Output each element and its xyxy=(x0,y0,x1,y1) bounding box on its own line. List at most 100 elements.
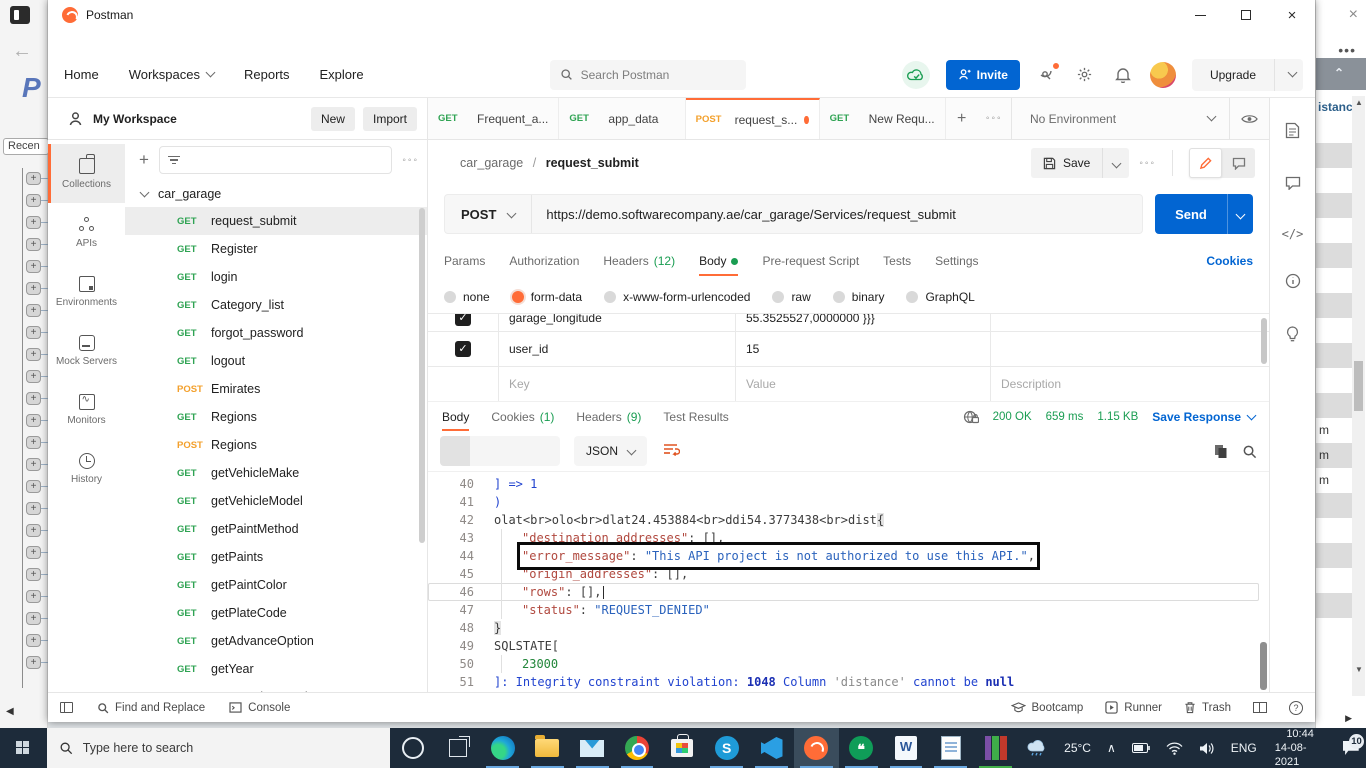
body-mode-option[interactable]: binary xyxy=(833,290,885,304)
invite-button[interactable]: Invite xyxy=(946,60,1020,90)
filter-input[interactable] xyxy=(159,146,392,174)
status-badge[interactable]: 200 OK xyxy=(993,411,1032,423)
workspace-title[interactable]: My Workspace xyxy=(93,112,177,126)
help-icon[interactable]: ? xyxy=(1289,701,1303,715)
rail-item[interactable]: Mock Servers xyxy=(48,321,125,380)
view-option[interactable] xyxy=(530,436,560,466)
battery-icon[interactable] xyxy=(1124,728,1158,768)
avatar[interactable] xyxy=(1150,62,1176,88)
nav-item[interactable]: Home xyxy=(64,67,99,82)
request-more-icon[interactable]: ◦◦◦ xyxy=(1139,158,1156,169)
request-tab[interactable]: GET app_data xyxy=(559,98,685,139)
request-tab[interactable]: GET New Requ... xyxy=(820,98,946,139)
language-indicator[interactable]: ENG xyxy=(1223,728,1265,768)
rail-item[interactable]: History xyxy=(48,439,125,498)
environment-selector[interactable]: No Environment xyxy=(1011,98,1269,139)
tree-request-item[interactable]: POST Emirates xyxy=(125,375,427,403)
taskbar-notepad-icon[interactable] xyxy=(928,728,973,768)
code-line[interactable]: 48} xyxy=(428,619,1269,637)
tree-request-item[interactable]: GET getVehicleModel xyxy=(125,487,427,515)
body-mode-option[interactable]: GraphQL xyxy=(906,290,974,304)
cookies-link[interactable]: Cookies xyxy=(1206,254,1253,268)
code-line[interactable]: 46"rows": [], xyxy=(428,583,1259,601)
find-and-replace[interactable]: Find and Replace xyxy=(97,702,205,714)
code-scrollbar[interactable] xyxy=(1260,642,1267,690)
response-body-code[interactable]: 40] => 141)42olat<br>olo<br>dlat24.45388… xyxy=(428,471,1269,692)
body-mode-option[interactable]: raw xyxy=(772,290,810,304)
upgrade-button[interactable]: Upgrade xyxy=(1192,59,1303,91)
task-view-button[interactable] xyxy=(435,728,480,768)
taskbar-winrar-icon[interactable] xyxy=(973,728,1018,768)
maximize-button[interactable] xyxy=(1223,0,1269,30)
taskbar-edge-icon[interactable] xyxy=(480,728,525,768)
recent-dropdown[interactable]: Recen xyxy=(3,138,49,155)
tree-request-item[interactable]: GET approved_quotations xyxy=(125,683,427,692)
taskbar-chrome-icon[interactable] xyxy=(615,728,660,768)
clock[interactable]: 10:44 14-08-2021 xyxy=(1265,727,1336,768)
tree-request-item[interactable]: GET logout xyxy=(125,347,427,375)
taskbar-postman-icon[interactable] xyxy=(794,728,839,768)
rail-item[interactable]: Collections xyxy=(48,144,125,203)
body-mode-option[interactable]: x-www-form-urlencoded xyxy=(604,290,750,304)
hscroll-arrow-icon[interactable]: ▶ xyxy=(1345,713,1352,724)
search-response-icon[interactable] xyxy=(1242,444,1257,459)
two-pane-icon[interactable] xyxy=(1253,702,1267,713)
tree-request-item[interactable]: GET request_submit xyxy=(125,207,427,235)
config-tab[interactable]: Headers (12) xyxy=(603,242,675,280)
nav-item[interactable]: Reports xyxy=(244,67,290,82)
wifi-icon[interactable] xyxy=(1158,728,1191,768)
lightbulb-icon[interactable] xyxy=(1286,326,1299,348)
rail-item[interactable]: Monitors xyxy=(48,380,125,439)
taskbar-hangouts-icon[interactable]: ❝ xyxy=(839,728,884,768)
tree-request-item[interactable]: GET Regions xyxy=(125,403,427,431)
edit-pencil-icon[interactable] xyxy=(1189,148,1222,178)
db-tree-expanders[interactable]: +++++++++++++++++++++++ xyxy=(26,172,46,678)
close-button[interactable]: × xyxy=(1269,0,1315,30)
satellite-icon[interactable] xyxy=(1036,64,1058,86)
comment-icon[interactable] xyxy=(1222,148,1255,178)
taskbar-skype-icon[interactable]: S xyxy=(704,728,749,768)
browser-back-icon[interactable]: ← xyxy=(12,40,32,63)
rail-item[interactable]: APIs xyxy=(48,203,125,262)
tree-request-item[interactable]: GET getPlateCode xyxy=(125,599,427,627)
import-button[interactable]: Import xyxy=(363,107,417,131)
format-dropdown[interactable]: JSON xyxy=(574,436,647,466)
breadcrumb-collection[interactable]: car_garage xyxy=(460,156,523,170)
comments-icon[interactable] xyxy=(1285,176,1301,195)
send-options-chevron[interactable] xyxy=(1227,194,1253,234)
taskbar-search[interactable]: Type here to search xyxy=(47,728,391,768)
taskbar-vscode-icon[interactable] xyxy=(749,728,794,768)
new-tab-icon[interactable]: + xyxy=(946,98,978,139)
response-tab[interactable]: Headers (9) xyxy=(576,402,641,431)
console-button[interactable]: Console xyxy=(229,702,290,714)
view-option[interactable] xyxy=(470,436,500,466)
tray-expand-icon[interactable]: ∧ xyxy=(1099,728,1124,768)
collapse-arrow-icon[interactable]: ◀ xyxy=(6,706,14,717)
volume-icon[interactable] xyxy=(1191,728,1223,768)
response-size[interactable]: 1.15 KB xyxy=(1097,411,1138,423)
code-line[interactable]: 47"status": "REQUEST_DENIED" xyxy=(428,601,1269,619)
code-line[interactable]: 51]: Integrity constraint violation: 104… xyxy=(428,673,1269,691)
new-button[interactable]: New xyxy=(311,107,355,131)
nav-item[interactable]: Explore xyxy=(320,67,364,82)
add-collection-icon[interactable]: + xyxy=(139,150,149,170)
body-mode-option[interactable]: form-data xyxy=(512,290,582,304)
save-options-chevron[interactable] xyxy=(1103,160,1129,167)
url-input[interactable]: https://demo.softwarecompany.ae/car_gara… xyxy=(532,207,955,222)
code-line[interactable]: 44"error_message": "This API project is … xyxy=(428,547,1269,565)
code-snippet-icon[interactable]: </> xyxy=(1282,227,1304,241)
view-option[interactable] xyxy=(440,436,470,466)
body-mode-option[interactable]: none xyxy=(444,290,490,304)
config-tab[interactable]: Authorization xyxy=(509,242,579,280)
tree-request-item[interactable]: GET getPaintColor xyxy=(125,571,427,599)
minimize-button[interactable] xyxy=(1177,0,1223,30)
bootcamp-button[interactable]: Bootcamp xyxy=(1011,702,1084,714)
config-tab[interactable]: Pre-request Script xyxy=(762,242,859,280)
tree-request-item[interactable]: GET Register xyxy=(125,235,427,263)
copy-icon[interactable] xyxy=(1214,444,1228,459)
environment-eye-icon[interactable] xyxy=(1229,98,1269,139)
tree-request-item[interactable]: GET getAdvanceOption xyxy=(125,627,427,655)
code-line[interactable]: 43"destination_addresses": [], xyxy=(428,529,1269,547)
tree-request-item[interactable]: GET forgot_password xyxy=(125,319,427,347)
method-dropdown[interactable]: POST xyxy=(445,195,531,233)
